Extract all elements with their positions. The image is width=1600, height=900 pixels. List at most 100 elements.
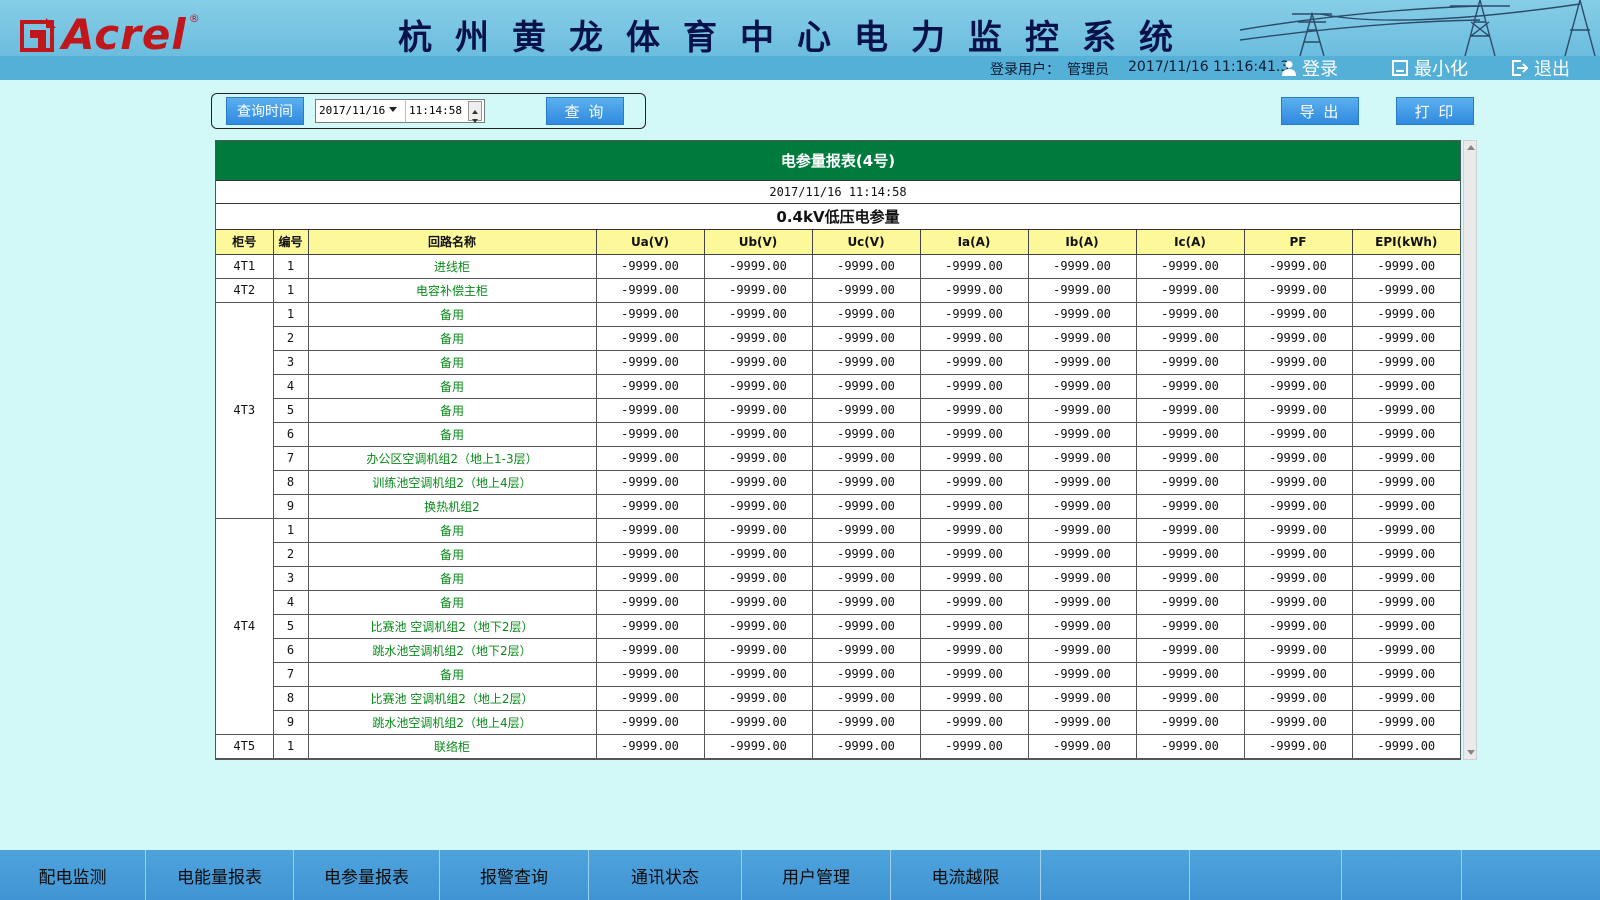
user-icon xyxy=(1282,61,1296,76)
value-cell: -9999.00 xyxy=(919,589,1029,615)
table-row: 4T2 1 电容补偿主柜 -9999.00 -9999.00 -9999.00 -9999.… xyxy=(216,277,1460,303)
column-header: 编号 xyxy=(272,230,309,255)
circuit-number-cell: 6 xyxy=(273,637,309,663)
scroll-up-icon[interactable] xyxy=(1467,145,1475,150)
nav-item[interactable]: 电能量报表 xyxy=(146,850,294,900)
cabinet-cell: 4T5 xyxy=(216,733,274,759)
circuit-number-cell: 4 xyxy=(273,589,309,615)
exit-icon xyxy=(1512,60,1528,76)
value-cell: -9999.00 xyxy=(1243,541,1353,567)
value-cell: -9999.00 xyxy=(811,469,921,495)
circuit-name-cell: 比赛池 空调机组2（地上2层） xyxy=(307,685,597,711)
value-cell: -9999.00 xyxy=(703,733,813,759)
value-cell: -9999.00 xyxy=(1135,301,1245,327)
value-cell: -9999.00 xyxy=(811,277,921,303)
query-button[interactable]: 查 询 xyxy=(546,97,624,125)
value-cell: -9999.00 xyxy=(1027,325,1137,351)
export-button[interactable]: 导 出 xyxy=(1281,97,1359,125)
value-cell: -9999.00 xyxy=(1135,733,1245,759)
report-datetime: 2017/11/16 11:14:58 xyxy=(216,181,1460,204)
nav-item[interactable]: 用户管理 xyxy=(742,850,891,900)
table-row: 9 跳水池空调机组2（地上4层） -9999.00 -9999.00 -9999.00-… xyxy=(216,709,1460,735)
exit-button-label: 退出 xyxy=(1534,59,1570,80)
value-cell: -9999.00 xyxy=(595,301,705,327)
value-cell: -9999.00 xyxy=(1027,637,1137,663)
value-cell: -9999.00 xyxy=(811,541,921,567)
column-header: Ib(A) xyxy=(1027,230,1137,255)
value-cell: -9999.00 xyxy=(703,253,813,279)
minimize-button[interactable]: 最小化 xyxy=(1392,56,1468,80)
value-cell: -9999.00 xyxy=(1027,685,1137,711)
spinner-down-icon[interactable] xyxy=(469,111,481,123)
value-cell: -9999.00 xyxy=(919,301,1029,327)
circuit-number-cell: 4 xyxy=(273,373,309,399)
value-cell: -9999.00 xyxy=(595,397,705,423)
value-cell: -9999.00 xyxy=(595,421,705,447)
spinner-up-icon[interactable] xyxy=(469,102,481,114)
value-cell: -9999.00 xyxy=(595,469,705,495)
value-cell: -9999.00 xyxy=(703,421,813,447)
nav-item[interactable]: 电流越限 xyxy=(891,850,1041,900)
circuit-number-cell: 3 xyxy=(273,349,309,375)
value-cell: -9999.00 xyxy=(703,661,813,687)
value-cell: -9999.00 xyxy=(703,565,813,591)
table-row: 4 备用 -9999.00 -9999.00 -9999.00 -9999.00 -9999… xyxy=(216,373,1460,399)
value-cell: -9999.00 xyxy=(703,277,813,303)
value-cell: -9999.00 xyxy=(595,349,705,375)
acrel-logo: Acrel ® xyxy=(20,10,200,60)
login-button[interactable]: 登录 xyxy=(1282,56,1338,80)
value-cell: -9999.00 xyxy=(1351,637,1460,663)
brand-name: Acrel xyxy=(62,10,187,59)
nav-item[interactable]: 报警查询 xyxy=(440,850,589,900)
value-cell: -9999.00 xyxy=(1027,589,1137,615)
nav-item[interactable]: 配电监测 xyxy=(0,850,146,900)
login-button-label: 登录 xyxy=(1302,59,1338,80)
exit-button[interactable]: 退出 xyxy=(1512,56,1570,80)
value-cell: -9999.00 xyxy=(1135,565,1245,591)
value-cell: -9999.00 xyxy=(1351,373,1460,399)
value-cell: -9999.00 xyxy=(1027,349,1137,375)
value-cell: -9999.00 xyxy=(919,733,1029,759)
chevron-down-icon[interactable] xyxy=(389,107,397,112)
value-cell: -9999.00 xyxy=(811,493,921,519)
vertical-scrollbar[interactable] xyxy=(1463,140,1477,760)
value-cell: -9999.00 xyxy=(811,325,921,351)
value-cell: -9999.00 xyxy=(595,325,705,351)
acrel-logo-icon xyxy=(20,18,56,52)
value-cell: -9999.00 xyxy=(1027,733,1137,759)
table-row: 2 备用 -9999.00 -9999.00 -9999.00 -9999.00 -9999… xyxy=(216,325,1460,351)
value-cell: -9999.00 xyxy=(919,253,1029,279)
scroll-down-icon[interactable] xyxy=(1467,750,1475,755)
value-cell: -9999.00 xyxy=(811,421,921,447)
nav-item[interactable] xyxy=(1041,850,1190,900)
login-bar xyxy=(0,56,1600,80)
value-cell: -9999.00 xyxy=(919,517,1029,543)
value-cell: -9999.00 xyxy=(1351,589,1460,615)
bottom-nav: 配电监测 电能量报表 电参量报表 报警查询 通讯状态 用户管理 电流越限 xyxy=(0,850,1600,900)
nav-item[interactable]: 电参量报表 xyxy=(294,850,440,900)
value-cell: -9999.00 xyxy=(1351,421,1460,447)
query-time-button[interactable]: 查询时间 xyxy=(226,97,304,125)
value-cell: -9999.00 xyxy=(1351,541,1460,567)
value-cell: -9999.00 xyxy=(703,517,813,543)
value-cell: -9999.00 xyxy=(703,637,813,663)
value-cell: -9999.00 xyxy=(1027,541,1137,567)
value-cell: -9999.00 xyxy=(1027,253,1137,279)
value-cell: -9999.00 xyxy=(1243,301,1353,327)
value-cell: -9999.00 xyxy=(1135,397,1245,423)
value-cell: -9999.00 xyxy=(703,709,813,735)
value-cell: -9999.00 xyxy=(1351,469,1460,495)
print-button[interactable]: 打 印 xyxy=(1396,97,1474,125)
time-spinner[interactable] xyxy=(468,101,482,123)
column-header: PF xyxy=(1243,230,1353,255)
value-cell: -9999.00 xyxy=(703,445,813,471)
circuit-name-cell: 跳水池空调机组2（地下2层） xyxy=(307,637,597,663)
nav-item[interactable] xyxy=(1342,850,1462,900)
circuit-name-cell: 联络柜 xyxy=(307,733,597,759)
value-cell: -9999.00 xyxy=(1243,421,1353,447)
circuit-number-cell: 7 xyxy=(273,445,309,471)
nav-item[interactable] xyxy=(1190,850,1342,900)
nav-item[interactable]: 通讯状态 xyxy=(589,850,742,900)
query-panel: 查询时间 2017/11/16 11:14:58 查 询 xyxy=(211,93,646,129)
value-cell: -9999.00 xyxy=(1135,373,1245,399)
